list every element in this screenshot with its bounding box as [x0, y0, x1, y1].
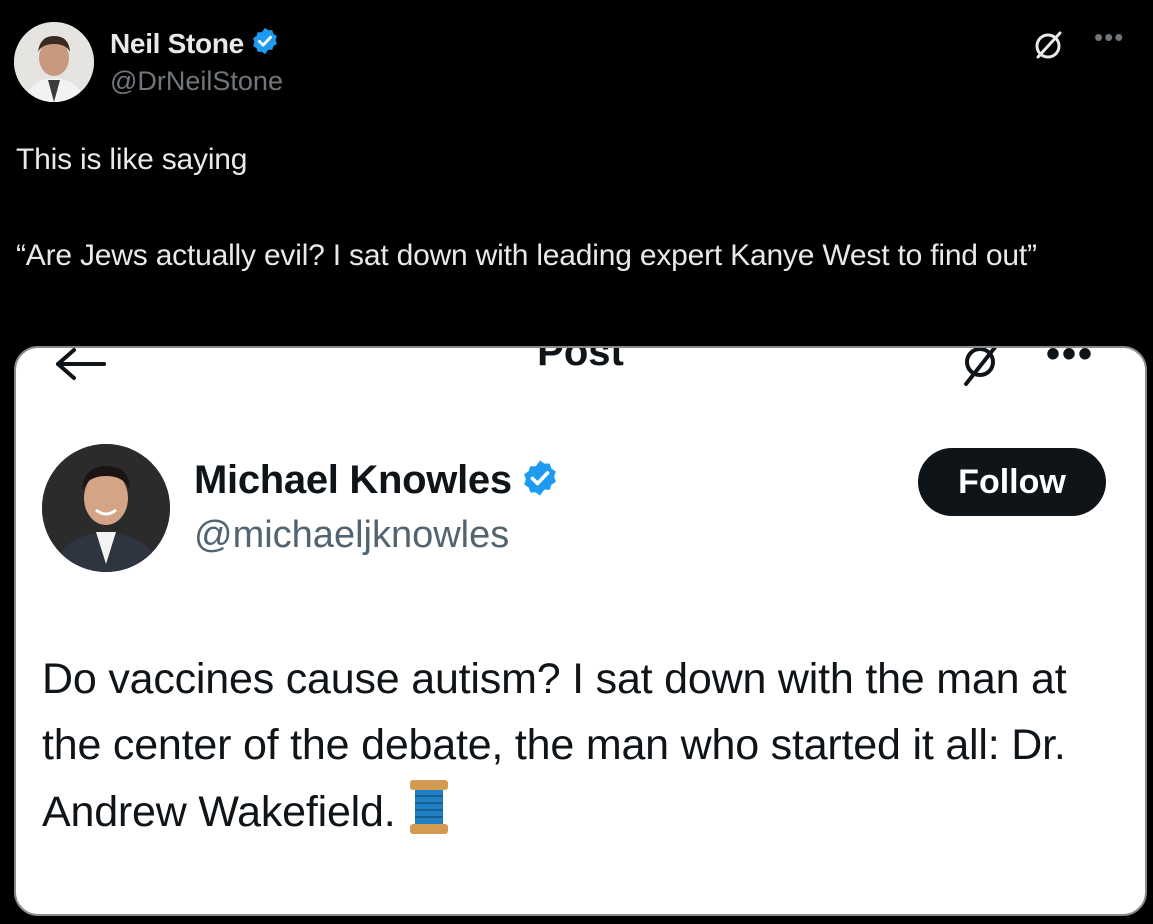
- author-name-row: Michael Knowles: [194, 458, 560, 503]
- avatar[interactable]: [14, 22, 94, 102]
- grok-icon[interactable]: [1032, 28, 1066, 62]
- author-name[interactable]: Neil Stone: [110, 28, 244, 60]
- more-options-icon[interactable]: •••: [1094, 22, 1124, 53]
- tweet-text: This is like saying “Are Jews actually e…: [16, 143, 1037, 272]
- post-text-content: Do vaccines cause autism? I sat down wit…: [42, 655, 1067, 836]
- embedded-screenshot[interactable]: Post ••• Michael Knowles @michaeljknowle…: [14, 346, 1147, 916]
- verified-badge-icon: [520, 458, 560, 503]
- post-text: Do vaccines cause autism? I sat down wit…: [42, 646, 1132, 855]
- tweet-page: Neil Stone @DrNeilStone ••• This is like…: [0, 0, 1153, 924]
- verified-badge-icon: [250, 26, 280, 61]
- follow-button[interactable]: Follow: [918, 448, 1106, 516]
- author-name[interactable]: Michael Knowles: [194, 458, 512, 503]
- author-handle[interactable]: @DrNeilStone: [110, 66, 283, 97]
- author-handle[interactable]: @michaeljknowles: [194, 514, 509, 557]
- avatar[interactable]: [42, 444, 170, 572]
- more-options-icon[interactable]: •••: [1046, 348, 1094, 377]
- grok-icon[interactable]: [956, 348, 1004, 388]
- thread-spool-icon: [406, 778, 452, 855]
- author-name-row: Neil Stone: [110, 26, 280, 61]
